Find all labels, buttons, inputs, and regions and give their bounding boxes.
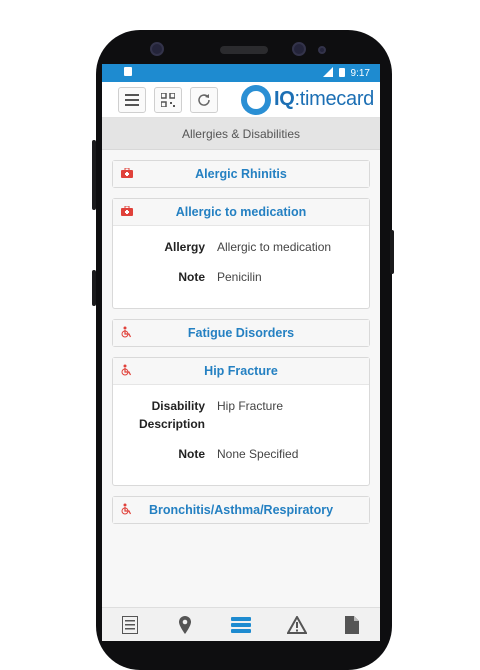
nav-list-button[interactable] xyxy=(118,613,142,637)
menu-button[interactable] xyxy=(118,86,146,113)
location-pin-icon xyxy=(179,615,192,634)
qr-code-icon xyxy=(161,92,175,107)
card-title: Bronchitis/Asthma/Respiratory xyxy=(148,503,334,517)
nav-location-button[interactable] xyxy=(173,613,197,637)
list-item[interactable]: Bronchitis/Asthma/Respiratory xyxy=(112,496,370,524)
app-header: IQ:timecard xyxy=(102,82,380,118)
first-aid-kit-icon xyxy=(121,167,135,181)
clock-logo-icon xyxy=(240,84,271,115)
field-label: Note xyxy=(178,447,205,461)
proximity-sensor xyxy=(318,46,326,54)
app-screen: 9:17 IQ:timecard Allergies & Disabilitie xyxy=(102,64,380,641)
qr-scan-button[interactable] xyxy=(154,86,182,113)
server-stack-icon xyxy=(230,616,251,633)
notification-icon xyxy=(124,67,132,79)
status-time: 9:17 xyxy=(350,67,370,79)
field-value: None Specified xyxy=(217,447,299,461)
field-value: Penicilin xyxy=(217,270,262,284)
volume-button xyxy=(92,140,96,210)
refresh-button[interactable] xyxy=(190,86,218,113)
field-label: Note xyxy=(178,270,205,284)
wheelchair-icon xyxy=(121,326,135,341)
refresh-icon xyxy=(198,93,210,106)
front-camera xyxy=(292,42,306,56)
bixby-button xyxy=(92,270,96,306)
card-title: Fatigue Disorders xyxy=(187,326,295,340)
wheelchair-icon xyxy=(121,503,135,518)
front-camera xyxy=(150,42,164,56)
field-label: Disability Description xyxy=(138,399,205,431)
field-label: Allergy xyxy=(164,240,205,254)
card-title: Hip Fracture xyxy=(204,364,278,378)
conditions-list: Alergic Rhinitis Allergic to medication … xyxy=(102,150,380,524)
field-value: Hip Fracture xyxy=(217,399,284,413)
list-item[interactable]: Allergic to medication Allergy Allergic … xyxy=(112,198,370,309)
field-value: Allergic to medication xyxy=(217,240,332,254)
page-title: Allergies & Disabilities xyxy=(102,118,380,150)
list-item[interactable]: Alergic Rhinitis xyxy=(112,160,370,188)
nav-warnings-button[interactable] xyxy=(285,613,309,637)
medical-case-icon xyxy=(121,205,135,219)
warning-icon xyxy=(286,615,307,634)
nav-documents-button[interactable] xyxy=(340,613,364,637)
nav-conditions-button[interactable] xyxy=(229,613,253,637)
card-title: Allergic to medication xyxy=(175,205,307,219)
battery-icon xyxy=(338,67,345,80)
earpiece-speaker xyxy=(220,46,268,54)
signal-icon xyxy=(322,66,333,80)
logo-suffix: :timecard xyxy=(294,88,374,110)
list-item[interactable]: Fatigue Disorders xyxy=(112,319,370,347)
wheelchair-icon xyxy=(121,364,135,379)
logo-prefix: IQ xyxy=(273,88,295,110)
card-title: Alergic Rhinitis xyxy=(195,167,287,181)
list-icon xyxy=(121,615,138,634)
list-item[interactable]: Hip Fracture Disability Description Hip … xyxy=(112,357,370,486)
hamburger-icon xyxy=(125,93,139,106)
document-icon xyxy=(345,615,360,634)
bottom-navigation xyxy=(102,607,380,641)
power-button xyxy=(390,230,394,274)
status-bar: 9:17 xyxy=(102,64,380,82)
iq-timecard-logo: IQ:timecard xyxy=(240,84,374,115)
